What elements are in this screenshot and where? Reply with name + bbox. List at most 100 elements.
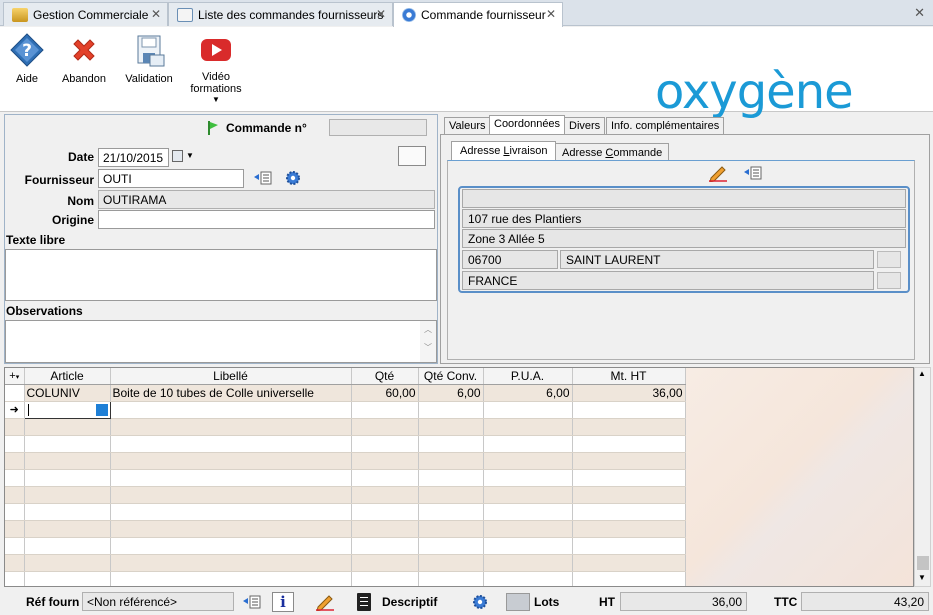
- table-cell[interactable]: [110, 571, 352, 586]
- table-cell[interactable]: [24, 537, 111, 555]
- address-line-1[interactable]: 107 rue des Plantiers: [462, 209, 906, 228]
- table-cell[interactable]: [110, 418, 352, 436]
- table-cell[interactable]: [572, 435, 686, 453]
- table-cell[interactable]: [24, 554, 111, 572]
- table-cell[interactable]: [351, 520, 419, 538]
- cell-article[interactable]: COLUNIV: [24, 384, 111, 402]
- list-lookup-icon[interactable]: [254, 170, 272, 186]
- table-row[interactable]: COLUNIV Boite de 10 tubes de Colle unive…: [5, 384, 686, 402]
- table-cell[interactable]: [351, 537, 419, 555]
- tab-adresse-commande[interactable]: Adresse Commande: [555, 143, 670, 161]
- fournisseur-field[interactable]: OUTI: [98, 169, 244, 188]
- table-cell[interactable]: [5, 520, 25, 538]
- column-header-libelle[interactable]: Libellé: [110, 368, 352, 385]
- table-cell[interactable]: [483, 554, 573, 572]
- table-cell[interactable]: [24, 418, 111, 436]
- table-cell[interactable]: [351, 469, 419, 487]
- table-cell[interactable]: [24, 520, 111, 538]
- table-cell[interactable]: [5, 571, 25, 586]
- table-cell[interactable]: [418, 452, 484, 470]
- table-cell[interactable]: [483, 435, 573, 453]
- cell-pua[interactable]: 6,00: [483, 384, 573, 402]
- table-cell[interactable]: [351, 571, 419, 586]
- table-cell[interactable]: [24, 435, 111, 453]
- table-row[interactable]: [5, 503, 686, 521]
- cell-qte[interactable]: 60,00: [351, 384, 419, 402]
- tab-coordonnees[interactable]: Coordonnées: [489, 115, 566, 134]
- table-cell[interactable]: [483, 452, 573, 470]
- table-cell[interactable]: [5, 435, 25, 453]
- table-cell[interactable]: [5, 469, 25, 487]
- column-header-pua[interactable]: P.U.A.: [483, 368, 573, 385]
- lookup-button[interactable]: [95, 403, 108, 416]
- table-row[interactable]: [5, 520, 686, 538]
- tab-info-complementaires[interactable]: Info. complémentaires: [606, 117, 725, 134]
- table-cell[interactable]: [351, 503, 419, 521]
- table-cell[interactable]: [24, 469, 111, 487]
- lots-icon[interactable]: [506, 593, 530, 611]
- table-cell[interactable]: [24, 486, 111, 504]
- table-cell[interactable]: [572, 418, 686, 436]
- column-header-qte[interactable]: Qté: [351, 368, 419, 385]
- column-header-article[interactable]: Article: [24, 368, 111, 385]
- close-tab-icon[interactable]: ✕: [151, 7, 161, 21]
- table-row[interactable]: [5, 571, 686, 586]
- table-cell[interactable]: [572, 537, 686, 555]
- column-header-mt-ht[interactable]: Mt. HT: [572, 368, 686, 385]
- lots-button[interactable]: Lots: [534, 595, 559, 609]
- table-cell[interactable]: [572, 571, 686, 586]
- document-icon[interactable]: [357, 593, 371, 611]
- grid-vertical-scrollbar[interactable]: ▲ ▼: [914, 367, 931, 587]
- tab-liste-commandes[interactable]: Liste des commandes fournisseurs ✕: [168, 2, 393, 26]
- close-tab-icon[interactable]: ✕: [546, 7, 556, 21]
- table-cell[interactable]: [418, 486, 484, 504]
- table-cell[interactable]: [483, 571, 573, 586]
- table-cell[interactable]: [5, 486, 25, 504]
- table-cell[interactable]: [418, 418, 484, 436]
- table-row[interactable]: ➜: [5, 400, 686, 419]
- scroll-up-icon[interactable]: ▲: [918, 369, 926, 378]
- edit-pencil-icon[interactable]: [315, 593, 335, 612]
- table-cell[interactable]: [110, 401, 352, 419]
- abandon-button[interactable]: Abandon: [49, 33, 119, 85]
- table-cell[interactable]: [110, 469, 352, 487]
- column-header-qte-conv[interactable]: Qté Conv.: [418, 368, 484, 385]
- table-cell[interactable]: [483, 537, 573, 555]
- origine-field[interactable]: [98, 210, 435, 229]
- table-cell[interactable]: [5, 537, 25, 555]
- tab-commande-fournisseur[interactable]: Commande fournisseur ✕: [393, 2, 563, 27]
- table-cell[interactable]: [572, 520, 686, 538]
- descriptif-button[interactable]: Descriptif: [382, 595, 437, 609]
- table-row[interactable]: [5, 554, 686, 572]
- observations-textarea[interactable]: [5, 320, 437, 363]
- table-cell[interactable]: [572, 452, 686, 470]
- table-row[interactable]: [5, 452, 686, 470]
- table-cell[interactable]: [572, 554, 686, 572]
- add-column-icon[interactable]: +▾: [5, 368, 25, 385]
- table-row[interactable]: [5, 486, 686, 504]
- table-cell[interactable]: [351, 486, 419, 504]
- order-lines-grid[interactable]: +▾ Article Libellé Qté Qté Conv. P.U.A. …: [4, 367, 914, 587]
- table-cell[interactable]: [418, 571, 484, 586]
- address-country[interactable]: FRANCE: [462, 271, 874, 290]
- list-lookup-icon[interactable]: [744, 165, 762, 181]
- table-cell[interactable]: [24, 571, 111, 586]
- table-cell[interactable]: [483, 401, 573, 419]
- calendar-icon[interactable]: [172, 150, 183, 162]
- table-cell[interactable]: [351, 435, 419, 453]
- table-cell[interactable]: [418, 537, 484, 555]
- table-cell[interactable]: [418, 401, 484, 419]
- address-line-0[interactable]: [462, 189, 906, 208]
- table-cell[interactable]: [110, 503, 352, 521]
- list-lookup-icon[interactable]: [243, 594, 261, 610]
- calendar-dropdown-icon[interactable]: ▼: [186, 151, 194, 160]
- table-cell[interactable]: [418, 435, 484, 453]
- tab-gestion-commerciale[interactable]: Gestion Commerciale ✕: [3, 2, 168, 26]
- small-square-button[interactable]: [398, 146, 426, 166]
- address-city[interactable]: SAINT LAURENT: [560, 250, 874, 269]
- edit-pencil-icon[interactable]: [708, 164, 728, 183]
- settings-gear-icon[interactable]: [471, 594, 489, 610]
- table-cell[interactable]: [351, 401, 419, 419]
- scroll-thumb[interactable]: [917, 556, 929, 570]
- table-cell[interactable]: [483, 520, 573, 538]
